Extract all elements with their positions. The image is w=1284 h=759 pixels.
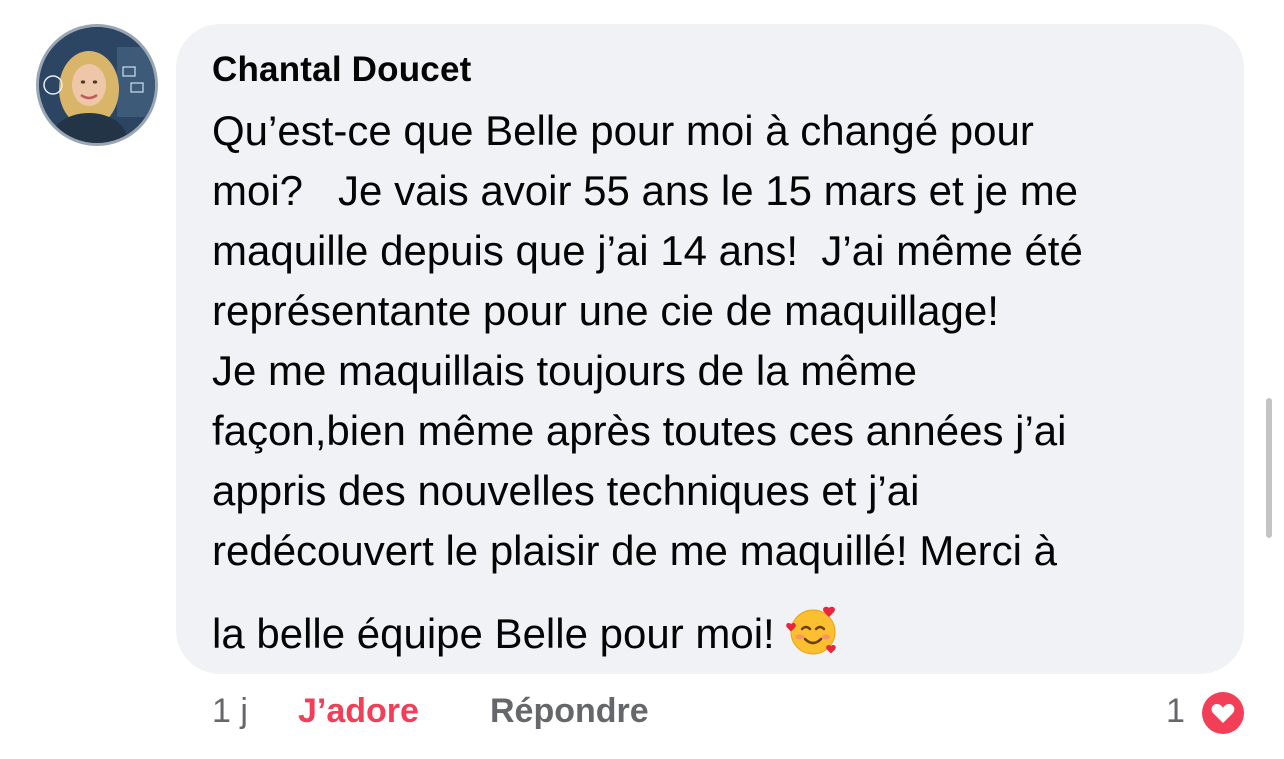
comment-text-line: Qu’est-ce que Belle pour moi à changé po…	[212, 107, 1034, 154]
profile-photo-icon	[39, 27, 155, 143]
comment-actions: 1 j J’adore Répondre 1	[0, 688, 1284, 738]
comment-author[interactable]: Chantal Doucet	[212, 50, 472, 90]
scrollbar[interactable]	[1266, 398, 1272, 538]
comment-text-line: appris des nouvelles techniques et j’ai	[212, 467, 920, 514]
comment-view: Chantal Doucet Qu’est-ce que Belle pour …	[0, 0, 1284, 759]
smiling-face-with-hearts-icon	[785, 602, 841, 658]
comment-text-line: maquille depuis que j’ai 14 ans! J’ai mê…	[212, 227, 1083, 274]
comment-text-line: façon,bien même après toutes ces années …	[212, 407, 1067, 454]
reaction-count[interactable]: 1	[1166, 692, 1185, 731]
love-heart-icon[interactable]	[1198, 688, 1248, 738]
comment-text-line: moi? Je vais avoir 55 ans le 15 mars et …	[212, 167, 1079, 214]
like-button[interactable]: J’adore	[298, 692, 419, 731]
comment-text-line: la belle équipe Belle pour moi!	[212, 610, 775, 657]
comment-text-line: redécouvert le plaisir de me maquillé! M…	[212, 527, 1058, 574]
reply-button[interactable]: Répondre	[490, 692, 649, 731]
comment-text-line: représentante pour une cie de maquillage…	[212, 287, 999, 334]
comment-bubble: Chantal Doucet Qu’est-ce que Belle pour …	[176, 24, 1244, 674]
comment-text-line: Je me maquillais toujours de la même	[212, 347, 917, 394]
avatar[interactable]	[36, 24, 158, 146]
comment-timestamp[interactable]: 1 j	[212, 692, 248, 731]
comment-text-last-line: la belle équipe Belle pour moi!	[212, 602, 841, 658]
